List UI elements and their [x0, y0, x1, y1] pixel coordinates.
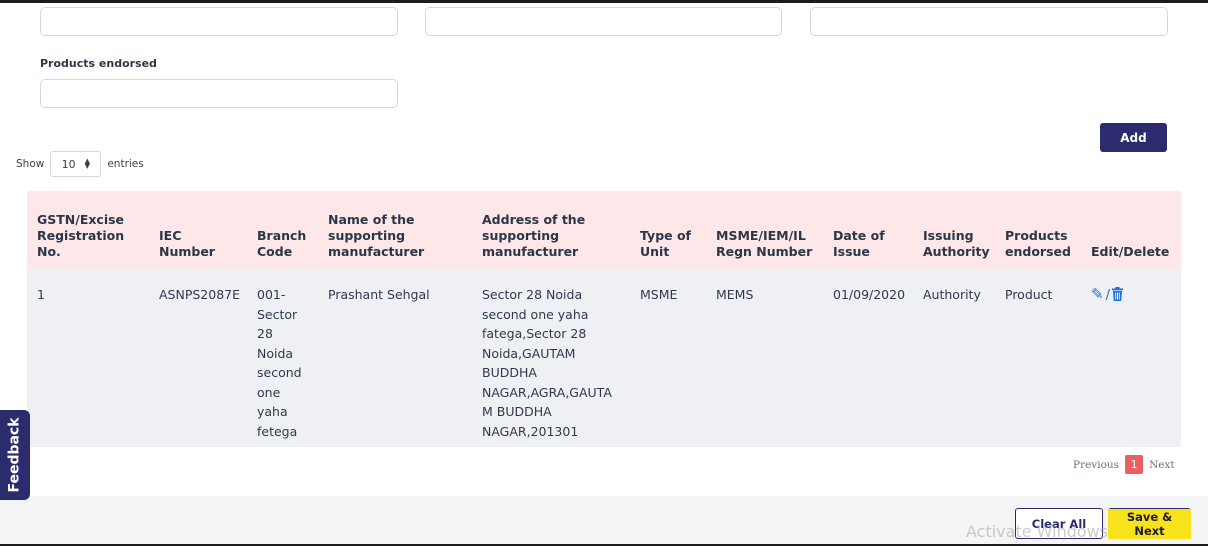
cell-actions: ✎ / [1081, 269, 1181, 447]
text-input-2[interactable] [425, 7, 782, 36]
column-header[interactable]: IEC Number [149, 191, 247, 269]
activate-windows-watermark: Activate Windows [966, 522, 1109, 541]
entries-select[interactable]: 10 ▲ ▼ [50, 151, 102, 177]
products-endorsed-label: Products endorsed [40, 57, 157, 70]
cell-unit-type: MSME [640, 287, 678, 302]
column-header[interactable]: Address of the supporting manufacturer [472, 191, 630, 269]
cell-authority: Authority [923, 287, 981, 302]
show-label: Show [16, 158, 45, 170]
action-separator: / [1105, 288, 1110, 303]
cell-regn: MEMS [716, 287, 754, 302]
cell-products: Product [1005, 287, 1053, 302]
manufacturer-table: GSTN/Excise Registration No. IEC Number … [27, 191, 1181, 447]
pagination: Previous 1 Next [1073, 455, 1175, 474]
entries-length-control: Show 10 ▲ ▼ entries [16, 151, 144, 177]
add-button[interactable]: Add [1100, 123, 1167, 152]
entries-label: entries [107, 158, 144, 170]
column-header[interactable]: Issuing Authority [913, 191, 995, 269]
previous-link[interactable]: Previous [1073, 459, 1119, 471]
text-input-3[interactable] [810, 7, 1168, 36]
next-link[interactable]: Next [1149, 459, 1175, 471]
products-endorsed-input[interactable] [40, 79, 398, 108]
cell-reg-no: 1 [37, 287, 45, 302]
text-input-1[interactable] [40, 7, 398, 36]
feedback-label: Feedback [7, 417, 23, 493]
column-header[interactable]: Date of Issue [823, 191, 913, 269]
column-header[interactable]: Name of the supporting manufacturer [318, 191, 472, 269]
cell-date: 01/09/2020 [833, 287, 906, 302]
table-row: 1 ASNPS2087E 001-Sector 28 Noida second … [27, 269, 1181, 447]
column-header[interactable]: GSTN/Excise Registration No. [27, 191, 149, 269]
page-1-button[interactable]: 1 [1125, 455, 1144, 474]
cell-name: Prashant Sehgal [328, 287, 430, 302]
column-header[interactable]: Products endorsed [995, 191, 1081, 269]
column-header[interactable]: MSME/IEM/IL Regn Number [706, 191, 823, 269]
sort-icon: ▲ ▼ [84, 157, 91, 170]
column-header[interactable]: Type of Unit [630, 191, 706, 269]
cell-iec: ASNPS2087E [159, 287, 241, 302]
table-header-row: GSTN/Excise Registration No. IEC Number … [27, 191, 1181, 269]
column-header: Edit/Delete [1091, 244, 1170, 259]
feedback-tab[interactable]: Feedback [0, 410, 30, 500]
save-next-label: Save & Next [1108, 508, 1191, 539]
trash-icon[interactable] [1111, 287, 1123, 307]
cell-branch: 001-Sector 28 Noida second one yaha fete… [257, 287, 302, 439]
entries-value: 10 [61, 157, 76, 171]
column-header[interactable]: Branch Code [247, 191, 318, 269]
cell-address: Sector 28 Noida second one yaha fatega,S… [482, 287, 612, 439]
save-next-button[interactable]: Save & Next [1108, 508, 1191, 539]
pencil-icon[interactable]: ✎ [1091, 285, 1104, 303]
